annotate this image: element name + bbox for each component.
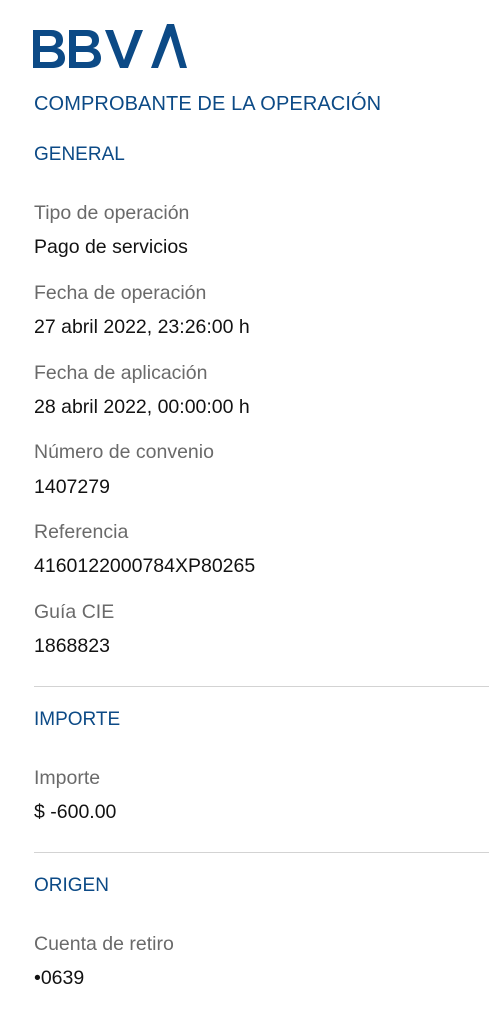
value-importe: $ -600.00 xyxy=(34,801,117,823)
value-fecha-aplicacion: 28 abril 2022, 00:00:00 h xyxy=(34,396,250,418)
bbva-logo-mark xyxy=(33,24,187,68)
label-referencia: Referencia xyxy=(34,521,129,543)
label-fecha-aplicacion: Fecha de aplicación xyxy=(34,362,208,384)
value-numero-convenio: 1407279 xyxy=(34,476,110,498)
section-title-origen: ORIGEN xyxy=(34,875,109,896)
label-cuenta-retiro: Cuenta de retiro xyxy=(34,933,174,955)
section-divider xyxy=(34,852,489,853)
section-divider xyxy=(34,686,489,687)
bbva-logo xyxy=(33,22,187,70)
value-cuenta-retiro: •0639 xyxy=(34,967,85,989)
value-fecha-operacion: 27 abril 2022, 23:26:00 h xyxy=(34,316,250,338)
value-guia-cie: 1868823 xyxy=(34,635,110,657)
label-numero-convenio: Número de convenio xyxy=(34,441,214,463)
label-guia-cie: Guía CIE xyxy=(34,601,115,623)
label-tipo-operacion: Tipo de operación xyxy=(34,202,190,224)
section-title-importe: IMPORTE xyxy=(34,709,121,730)
value-referencia: 4160122000784XP80265 xyxy=(34,555,256,577)
label-fecha-operacion: Fecha de operación xyxy=(34,282,207,304)
value-tipo-operacion: Pago de servicios xyxy=(34,236,188,258)
section-title-general: GENERAL xyxy=(34,144,125,165)
label-importe: Importe xyxy=(34,767,101,789)
document-title: COMPROBANTE DE LA OPERACIÓN xyxy=(34,93,382,115)
